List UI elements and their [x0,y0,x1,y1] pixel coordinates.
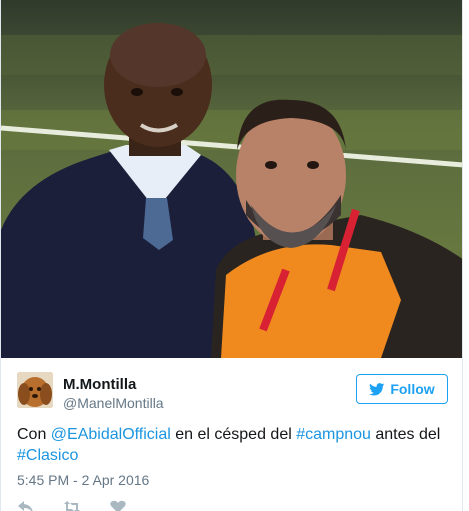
hashtag-link[interactable]: #Clasico [17,447,78,464]
tweet-text-part: antes del [370,426,441,443]
tweet-author: M.Montilla @ManelMontilla Follow [17,372,448,412]
follow-button[interactable]: Follow [356,374,448,404]
selfie-image [1,0,462,358]
hashtag-link[interactable]: #campnou [296,426,371,443]
tweet-text-part: en el césped del [170,426,297,443]
reply-icon[interactable] [17,500,35,511]
author-name[interactable]: M.Montilla [63,376,136,393]
retweet-icon[interactable] [63,500,81,511]
dog-avatar-icon[interactable] [17,372,53,408]
mention-link[interactable]: @EAbidalOfficial [51,426,171,443]
like-icon[interactable] [109,500,127,511]
tweet-text: Con @EAbidalOfficial en el césped del #c… [17,424,457,466]
tweet-photo[interactable] [1,0,462,358]
tweet-timestamp[interactable]: 5:45 PM - 2 Apr 2016 [17,472,149,488]
tweet-actions [17,500,127,511]
author-handle[interactable]: @ManelMontilla [63,395,164,411]
follow-label: Follow [390,381,435,397]
tweet-text-part: Con [17,426,51,443]
twitter-bird-icon [369,382,385,395]
tweet-card: M.Montilla @ManelMontilla Follow Con @EA… [0,0,463,511]
